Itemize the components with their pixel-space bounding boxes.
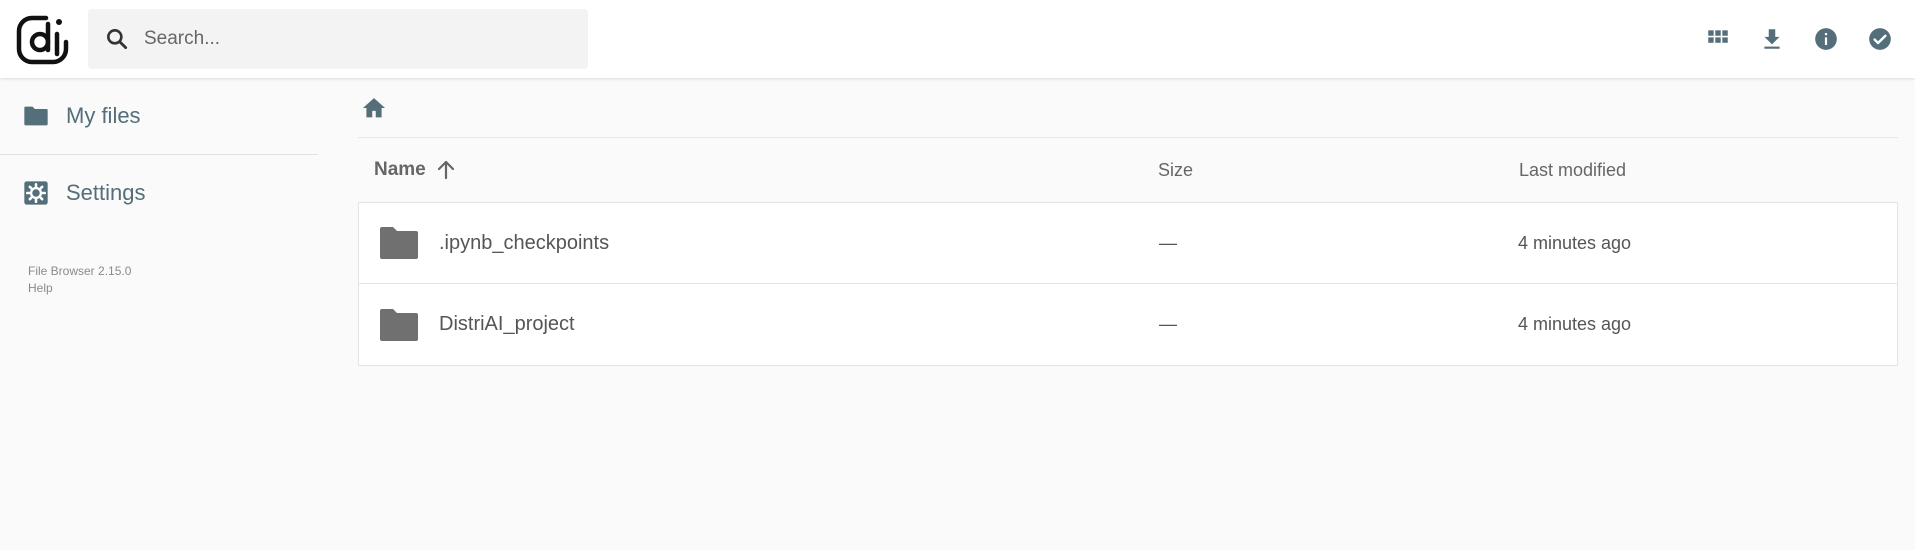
search-icon (107, 29, 128, 50)
folder-icon (380, 227, 418, 259)
info-icon (1815, 28, 1837, 50)
info-button[interactable] (1807, 20, 1845, 58)
search-input[interactable] (144, 28, 564, 50)
search-bar[interactable] (88, 9, 588, 69)
grid-view-button[interactable] (1699, 20, 1737, 58)
download-icon (1764, 29, 1780, 49)
list-item[interactable]: DistriAI_project — 4 minutes ago (359, 284, 1897, 365)
grid-view-icon (1708, 30, 1728, 43)
logo-icon (16, 15, 69, 65)
sidebar-footer: File Browser 2.15.0 Help (0, 263, 318, 297)
app-logo[interactable] (16, 12, 70, 66)
sidebar: My files Settings File Browser 2.15.0 He… (0, 78, 318, 550)
file-size: — (1159, 232, 1177, 253)
list-item[interactable]: .ipynb_checkpoints — 4 minutes ago (359, 203, 1897, 284)
download-button[interactable] (1753, 20, 1791, 58)
check-circle-icon (1869, 28, 1891, 50)
file-modified: 4 minutes ago (1518, 314, 1632, 334)
file-listing: Name Size Last modified .ipynb_checkpoin… (358, 78, 1898, 366)
select-button[interactable] (1861, 20, 1899, 58)
file-name: DistriAI_project (439, 313, 575, 335)
home-icon[interactable] (360, 94, 388, 122)
help-link[interactable]: Help (28, 280, 318, 297)
version-text: File Browser 2.15.0 (28, 264, 132, 278)
column-header-name[interactable]: Name (374, 158, 458, 182)
file-name: .ipynb_checkpoints (439, 231, 610, 254)
column-header-modified[interactable]: Last modified (1519, 160, 1626, 181)
folder-icon (380, 308, 418, 341)
sidebar-item-label: Settings (66, 180, 146, 205)
sidebar-item-my-files[interactable]: My files (0, 78, 318, 154)
header-actions (1699, 20, 1899, 58)
arrow-up-icon (437, 160, 454, 180)
settings-icon (24, 181, 48, 205)
sidebar-item-settings[interactable]: Settings (0, 155, 318, 231)
column-name-label: Name (374, 159, 426, 180)
top-bar (0, 0, 1915, 78)
file-list: .ipynb_checkpoints — 4 minutes ago Distr… (358, 202, 1898, 366)
column-header-size[interactable]: Size (1158, 160, 1193, 181)
breadcrumb (358, 78, 1898, 138)
folder-icon (24, 106, 48, 126)
file-modified: 4 minutes ago (1518, 232, 1632, 253)
list-header: Name Size Last modified (358, 138, 1898, 202)
sidebar-item-label: My files (66, 103, 141, 128)
file-size: — (1159, 314, 1177, 334)
